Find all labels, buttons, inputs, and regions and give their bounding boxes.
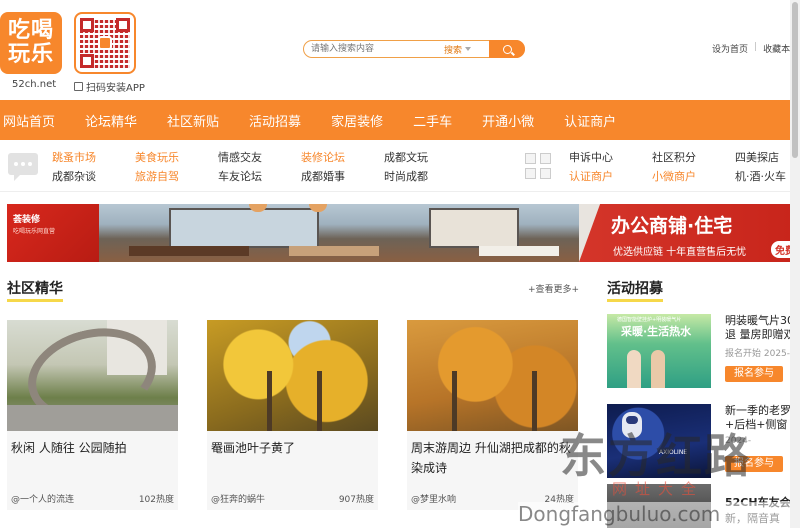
activity-title-line2: +后档+侧窗	[725, 418, 788, 431]
main-nav: 网站首页 论坛精华 社区新贴 活动招募 家居装修 二手车 开通小微 认证商户	[0, 100, 790, 140]
banner-title: 办公商铺·住宅	[611, 215, 733, 237]
post-title[interactable]: 秋闲 人随往 公园随拍	[11, 438, 173, 458]
post-title[interactable]: 周末游周边 升仙湖把成都的秋染成诗	[411, 438, 573, 478]
post-image	[207, 320, 378, 431]
activity-title-line2: 退 量房即赠双	[725, 328, 795, 341]
search-button[interactable]	[489, 40, 525, 58]
sub-link[interactable]: 成都杂谈	[52, 168, 96, 184]
post-image	[407, 320, 578, 431]
site-header: 吃喝 玩乐 52ch.net 扫码安装APP 搜索 设为首页 | 收藏本站	[0, 0, 799, 100]
chat-icon	[8, 153, 38, 181]
activity-image: AXIOLINE	[607, 404, 711, 478]
nav-item-home-deco[interactable]: 家居装修	[331, 111, 383, 130]
sub-link[interactable]: 车友论坛	[218, 168, 262, 184]
post-image	[7, 320, 178, 431]
banner-photo	[99, 204, 579, 262]
activity-item[interactable]: 52CH车友会· 新，隔音真	[607, 484, 795, 528]
post-author[interactable]: @一个人的流连	[11, 492, 74, 505]
nav-item-used-cars[interactable]: 二手车	[413, 111, 452, 130]
activity-title-line1: 新一季的老罗	[725, 404, 791, 417]
activity-item[interactable]: 德国智能壁挂炉+明装暖气片 采暖·生活热水 明装暖气片30 退 量房即赠双 报名…	[607, 314, 795, 396]
sub-nav: 跳蚤市场 成都杂谈 美食玩乐 旅游自驾 情感交友 车友论坛 装修论坛 成都婚事 …	[0, 140, 790, 192]
view-more-link[interactable]: +查看更多+	[528, 282, 579, 295]
phone-icon	[74, 82, 83, 91]
site-logo[interactable]: 吃喝 玩乐	[0, 12, 62, 74]
divider: |	[754, 42, 758, 52]
qr-label-text: 扫码安装APP	[86, 83, 145, 94]
sub-link[interactable]: 美食玩乐	[135, 149, 179, 165]
post-card[interactable]: 周末游周边 升仙湖把成都的秋染成诗 @梦里水响 24热度	[407, 320, 578, 510]
sub-link[interactable]: 时尚成都	[384, 168, 428, 184]
grid-icon	[525, 153, 553, 181]
post-heat: 102热度	[138, 495, 174, 505]
activity-item[interactable]: AXIOLINE 新一季的老罗 +后档+侧窗 2024- 报名参与	[607, 404, 791, 486]
sub-link[interactable]: 认证商户	[569, 168, 613, 184]
search-type-label: 搜索	[444, 45, 463, 56]
activity-title[interactable]: 新一季的老罗 +后档+侧窗	[725, 404, 795, 432]
activity-time: 报名开始 2025-	[725, 349, 791, 359]
signup-button[interactable]: 报名参与	[725, 366, 783, 382]
activity-title-line1: 明装暖气片30	[725, 314, 794, 327]
activity-time: 2024-	[725, 436, 752, 446]
banner-brand: 荟装修 吃喝玩乐网直营	[7, 204, 99, 262]
banner-subtitle: 优选供应链 十年直营售后无忧	[613, 247, 747, 258]
search-type-select[interactable]: 搜索	[444, 43, 480, 56]
banner-cta-button[interactable]: 免费	[771, 241, 790, 258]
sub-link[interactable]: 旅游自驾	[135, 168, 179, 184]
nav-item-home[interactable]: 网站首页	[3, 111, 55, 130]
activity-image-caption: 德国智能壁挂炉+明装暖气片	[617, 317, 682, 323]
nav-item-open-micro[interactable]: 开通小微	[482, 111, 534, 130]
post-card[interactable]: 秋闲 人随往 公园随拍 @一个人的流连 102热度	[7, 320, 178, 510]
sub-link[interactable]: 情感交友	[218, 149, 262, 165]
sub-link[interactable]: 社区积分	[652, 149, 696, 165]
logo-line2: 玩乐	[7, 42, 54, 67]
nav-item-forum-best[interactable]: 论坛精华	[85, 111, 137, 130]
activity-image-caption: AXIOLINE	[659, 449, 688, 456]
qr-code-icon	[74, 12, 136, 74]
activity-title[interactable]: 52CH车友会·	[725, 494, 795, 510]
post-card[interactable]: 罨画池叶子黄了 @狂奔的蜗牛 907热度	[207, 320, 378, 510]
section-title-activities: 活动招募	[607, 278, 663, 302]
section-title-community: 社区精华	[7, 278, 63, 302]
chevron-down-icon	[465, 47, 472, 51]
sub-link[interactable]: 装修论坛	[301, 149, 345, 165]
banner-brand-name: 荟装修	[13, 215, 41, 225]
signup-button[interactable]: 报名参与	[725, 456, 783, 472]
sub-link[interactable]: 成都文玩	[384, 149, 428, 165]
post-heat: 907热度	[338, 495, 374, 505]
sub-link[interactable]: 机·酒·火车	[735, 168, 786, 184]
post-heat: 24热度	[544, 495, 574, 505]
sub-link[interactable]: 申诉中心	[569, 149, 613, 165]
activity-title-line2: 新，隔音真	[725, 512, 780, 525]
sub-link[interactable]: 四美探店	[735, 149, 779, 165]
logo-url: 52ch.net	[12, 79, 57, 90]
post-title[interactable]: 罨画池叶子黄了	[211, 438, 373, 458]
ad-banner[interactable]: 荟装修 吃喝玩乐网直营 办公商铺·住宅 优选供应链 十年直营售后无忧 免费	[7, 204, 790, 262]
activity-image: 德国智能壁挂炉+明装暖气片 采暖·生活热水	[607, 314, 711, 388]
sub-link[interactable]: 跳蚤市场	[52, 149, 96, 165]
logo-line1: 吃喝	[7, 18, 54, 43]
post-author[interactable]: @狂奔的蜗牛	[211, 492, 265, 505]
search-bar: 搜索	[303, 40, 525, 58]
nav-item-activities[interactable]: 活动招募	[249, 111, 301, 130]
post-author[interactable]: @梦里水响	[411, 492, 456, 505]
search-input[interactable]	[304, 41, 444, 57]
sub-link[interactable]: 成都婚事	[301, 168, 345, 184]
activity-image-title: 采暖·生活热水	[621, 325, 692, 338]
nav-item-certified[interactable]: 认证商户	[564, 111, 616, 130]
activity-image	[607, 484, 711, 528]
banner-brand-sub: 吃喝玩乐网直营	[13, 228, 56, 235]
activity-title[interactable]: 明装暖气片30 退 量房即赠双	[725, 314, 795, 342]
top-links: 设为首页 | 收藏本站	[712, 42, 799, 55]
scrollbar-thumb[interactable]	[792, 2, 798, 158]
qr-label: 扫码安装APP	[74, 79, 145, 94]
nav-item-new-posts[interactable]: 社区新贴	[167, 111, 219, 130]
search-icon	[502, 44, 512, 54]
set-homepage-link[interactable]: 设为首页	[712, 42, 748, 55]
sub-link[interactable]: 小微商户	[652, 168, 696, 184]
scrollbar[interactable]	[790, 0, 800, 528]
